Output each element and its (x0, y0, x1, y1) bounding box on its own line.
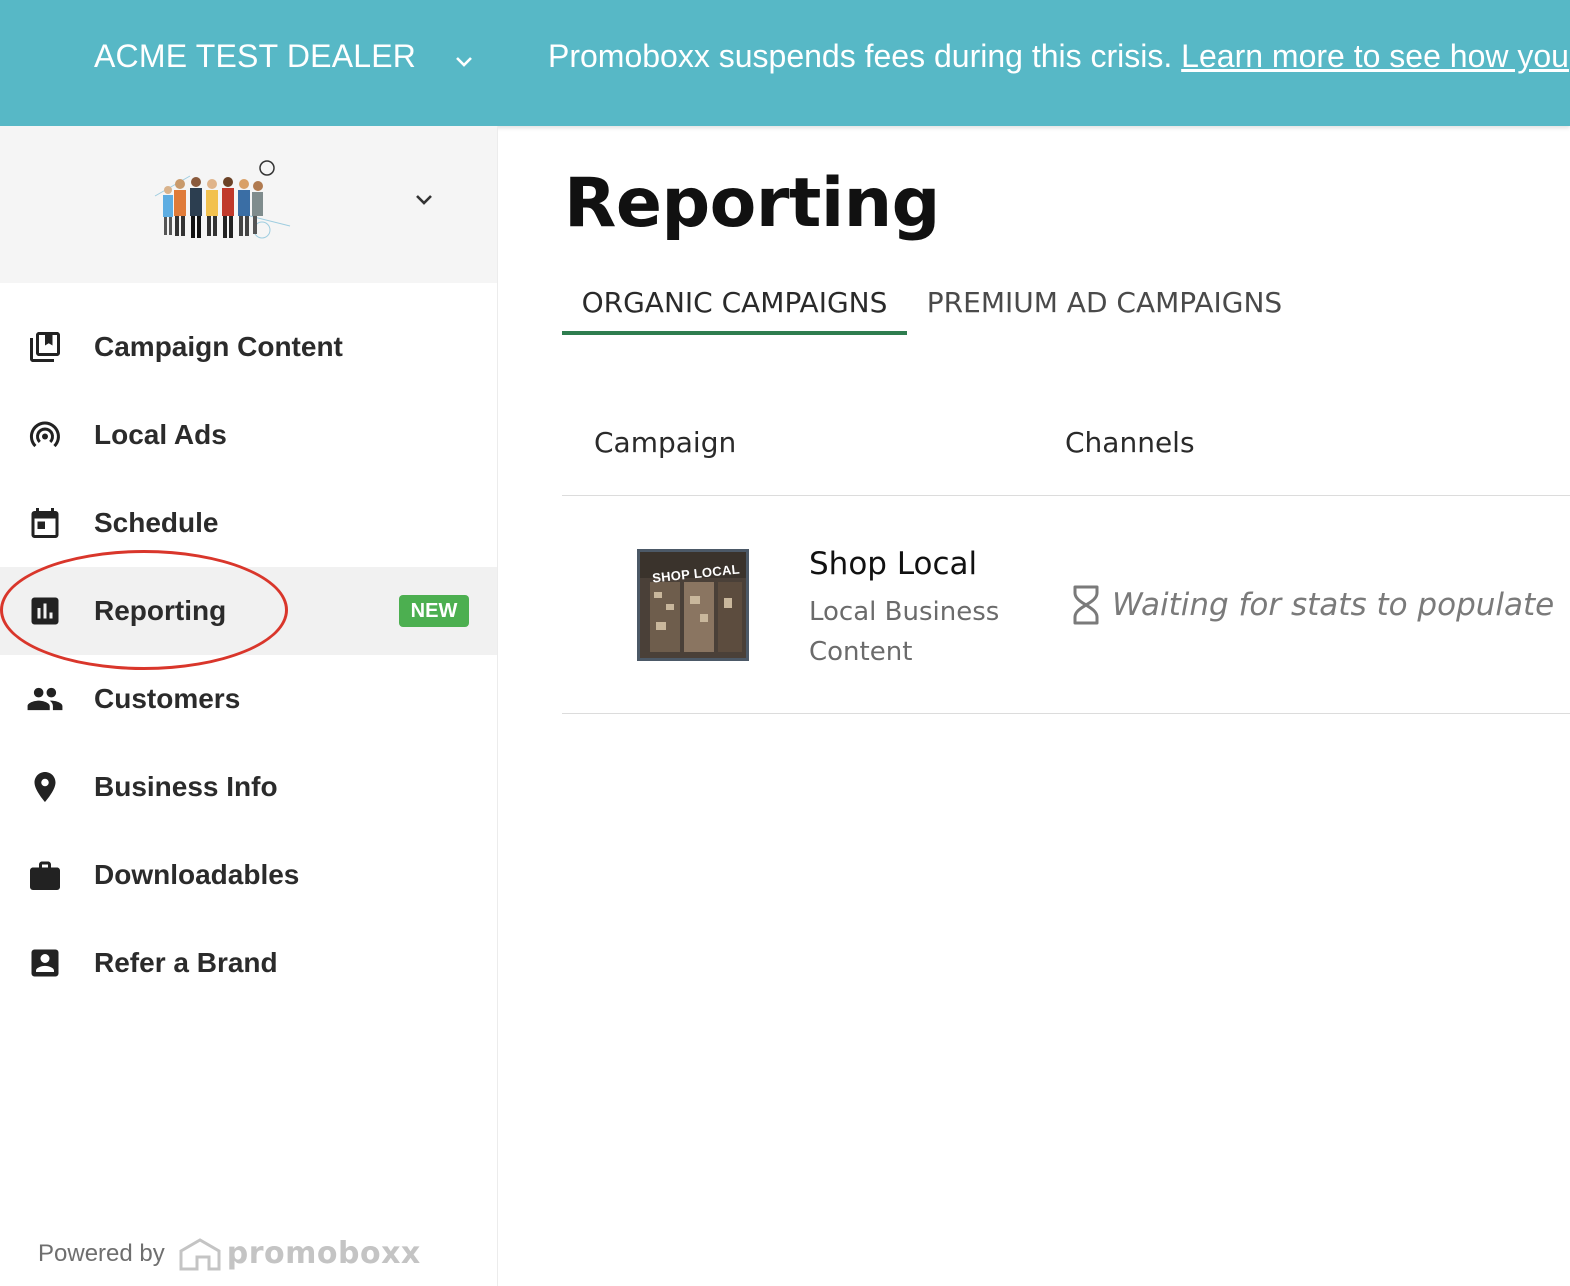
banner-learn-more-link[interactable]: Learn more to see how you (1181, 38, 1569, 74)
local-ads-icon (26, 416, 64, 454)
announcement-banner: Promoboxx suspends fees during this cris… (548, 38, 1569, 75)
tab-premium-ad-campaigns[interactable]: PREMIUM AD CAMPAIGNS (907, 270, 1302, 334)
reporting-icon (26, 592, 64, 630)
sidebar-item-reporting[interactable]: Reporting NEW (0, 567, 497, 655)
chevron-down-icon[interactable] (452, 50, 476, 74)
sidebar: Campaign Content Local Ads Schedule Repo… (0, 126, 498, 1286)
main-content: Reporting ORGANIC CAMPAIGNS PREMIUM AD C… (498, 126, 1570, 1286)
sidebar-item-label: Local Ads (94, 419, 227, 450)
sidebar-item-label: Schedule (94, 507, 219, 538)
sidebar-item-local-ads[interactable]: Local Ads (0, 391, 497, 479)
sidebar-item-customers[interactable]: Customers (0, 655, 497, 743)
column-header-campaign: Campaign (594, 426, 737, 459)
table-header: Campaign Channels (562, 406, 1570, 496)
sidebar-item-business-info[interactable]: Business Info (0, 743, 497, 831)
brand-selector[interactable] (0, 126, 497, 283)
tab-organic-campaigns[interactable]: ORGANIC CAMPAIGNS (562, 270, 907, 334)
customers-icon (26, 680, 64, 718)
promoboxx-wordmark: promoboxx (226, 1236, 421, 1271)
brand-chevron-down-icon[interactable] (412, 188, 436, 212)
dealer-name[interactable]: ACME TEST DEALER (94, 38, 416, 75)
campaign-content-icon (26, 328, 64, 366)
brand-logo-image (150, 156, 295, 244)
hourglass-icon (1073, 585, 1099, 625)
promoboxx-logo[interactable]: promoboxx (179, 1236, 421, 1271)
location-pin-icon (26, 768, 64, 806)
powered-by-footer: Powered by promoboxx (38, 1236, 421, 1271)
campaign-title[interactable]: Shop Local (809, 546, 977, 582)
report-tabs: ORGANIC CAMPAIGNS PREMIUM AD CAMPAIGNS (562, 270, 1570, 334)
sidebar-item-label: Business Info (94, 771, 278, 802)
calendar-icon (26, 504, 64, 542)
sidebar-item-downloadables[interactable]: Downloadables (0, 831, 497, 919)
table-row[interactable]: SHOP LOCAL Shop Local Local Business Con… (562, 496, 1570, 714)
status-text: Waiting for stats to populate (1112, 587, 1555, 623)
sidebar-nav: Campaign Content Local Ads Schedule Repo… (0, 303, 497, 1007)
campaign-category: Local Business Content (809, 597, 1000, 667)
new-badge: NEW (399, 595, 469, 627)
top-bar: ACME TEST DEALER Promoboxx suspends fees… (0, 0, 1570, 126)
sidebar-item-refer-a-brand[interactable]: Refer a Brand (0, 919, 497, 1007)
sidebar-item-label: Campaign Content (94, 331, 343, 362)
channels-status: Waiting for stats to populate (1072, 584, 1554, 626)
contact-card-icon (26, 944, 64, 982)
promoboxx-house-icon (179, 1237, 221, 1270)
sidebar-item-label: Reporting (94, 595, 227, 626)
powered-by-text: Powered by (38, 1239, 165, 1267)
sidebar-item-schedule[interactable]: Schedule (0, 479, 497, 567)
sidebar-item-label: Customers (94, 683, 241, 714)
active-tab-indicator (562, 331, 907, 335)
campaign-thumbnail[interactable]: SHOP LOCAL (637, 549, 749, 661)
banner-text: Promoboxx suspends fees during this cris… (548, 38, 1182, 74)
sidebar-item-campaign-content[interactable]: Campaign Content (0, 303, 497, 391)
briefcase-icon (26, 856, 64, 894)
column-header-channels: Channels (1065, 426, 1195, 459)
page-title: Reporting (564, 164, 940, 243)
sidebar-item-label: Refer a Brand (94, 947, 278, 978)
sidebar-item-label: Downloadables (94, 859, 300, 890)
